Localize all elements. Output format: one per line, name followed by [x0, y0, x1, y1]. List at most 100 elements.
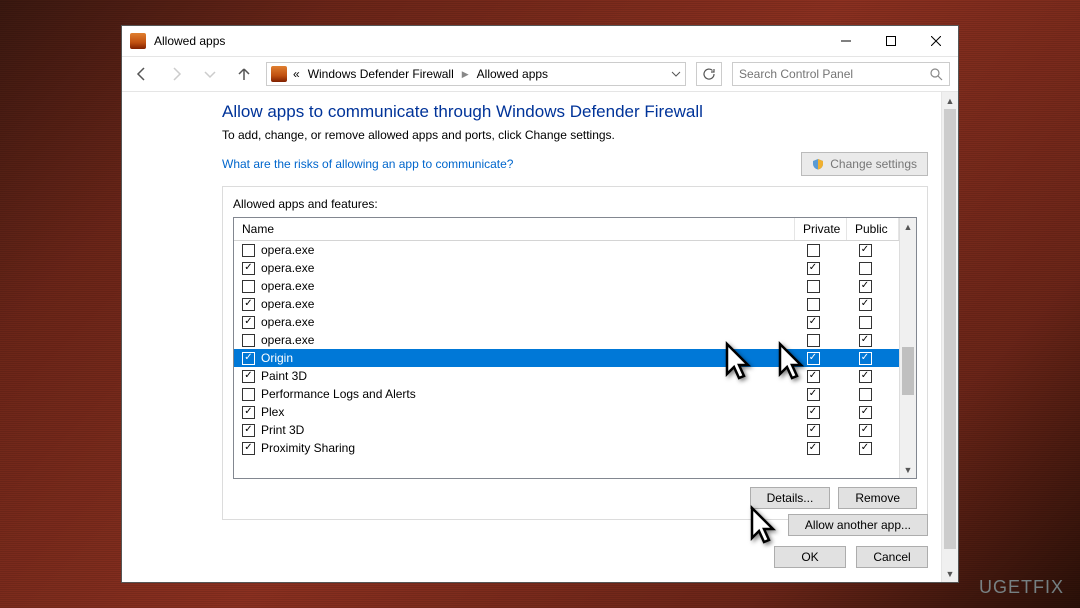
search-box[interactable] [732, 62, 950, 86]
refresh-button[interactable] [696, 62, 722, 86]
checkbox[interactable]: ✓ [859, 442, 872, 455]
breadcrumb-item[interactable]: Allowed apps [477, 67, 548, 81]
checkbox[interactable] [807, 244, 820, 257]
apps-list: Name Private Public opera.exe✓✓opera.exe… [233, 217, 917, 479]
checkbox[interactable]: ✓ [859, 352, 872, 365]
address-bar[interactable]: « Windows Defender Firewall ▶ Allowed ap… [266, 62, 686, 86]
checkbox[interactable]: ✓ [242, 298, 255, 311]
search-input[interactable] [739, 67, 909, 81]
window: Allowed apps « Windows Defender Firewall… [121, 25, 959, 583]
checkbox[interactable] [859, 316, 872, 329]
content-area: Allow apps to communicate through Window… [122, 92, 958, 582]
breadcrumb: « Windows Defender Firewall ▶ Allowed ap… [293, 67, 548, 81]
checkbox[interactable] [242, 388, 255, 401]
checkbox[interactable]: ✓ [807, 388, 820, 401]
checkbox[interactable] [242, 244, 255, 257]
maximize-button[interactable] [868, 26, 913, 56]
checkbox[interactable]: ✓ [859, 334, 872, 347]
scroll-up-icon[interactable]: ▲ [900, 218, 916, 235]
checkbox[interactable]: ✓ [242, 262, 255, 275]
app-name: opera.exe [255, 315, 787, 329]
cancel-button[interactable]: Cancel [856, 546, 928, 568]
checkbox[interactable]: ✓ [859, 406, 872, 419]
app-name: Paint 3D [255, 369, 787, 383]
checkbox[interactable]: ✓ [807, 352, 820, 365]
list-item[interactable]: ✓opera.exe✓ [234, 259, 899, 277]
risk-link[interactable]: What are the risks of allowing an app to… [222, 157, 513, 171]
minimize-button[interactable] [823, 26, 868, 56]
scrollbar-thumb[interactable] [944, 109, 956, 549]
breadcrumb-item[interactable]: Windows Defender Firewall [308, 67, 454, 81]
app-name: opera.exe [255, 279, 787, 293]
firewall-icon [271, 66, 287, 82]
app-name: Performance Logs and Alerts [255, 387, 787, 401]
checkbox[interactable] [859, 388, 872, 401]
checkbox[interactable]: ✓ [807, 442, 820, 455]
checkbox[interactable]: ✓ [807, 424, 820, 437]
checkbox[interactable]: ✓ [807, 262, 820, 275]
checkbox[interactable]: ✓ [242, 316, 255, 329]
page-subtitle: To add, change, or remove allowed apps a… [222, 128, 928, 142]
back-button[interactable] [130, 62, 154, 86]
scroll-up-icon[interactable]: ▲ [942, 92, 958, 109]
address-bar-dropdown[interactable] [671, 69, 681, 79]
col-name[interactable]: Name [234, 218, 795, 240]
list-item[interactable]: ✓Print 3D✓✓ [234, 421, 899, 439]
list-item[interactable]: opera.exe✓ [234, 331, 899, 349]
close-button[interactable] [913, 26, 958, 56]
breadcrumb-prefix: « [293, 67, 300, 81]
ok-button[interactable]: OK [774, 546, 846, 568]
checkbox[interactable]: ✓ [242, 370, 255, 383]
list-item[interactable]: opera.exe✓ [234, 241, 899, 259]
checkbox[interactable]: ✓ [242, 406, 255, 419]
checkbox[interactable]: ✓ [242, 352, 255, 365]
search-icon [929, 67, 943, 81]
scroll-down-icon[interactable]: ▼ [900, 461, 916, 478]
checkbox[interactable] [242, 334, 255, 347]
checkbox[interactable] [807, 334, 820, 347]
scrollbar-thumb[interactable] [902, 347, 914, 395]
checkbox[interactable]: ✓ [859, 370, 872, 383]
chevron-right-icon[interactable]: ▶ [462, 69, 469, 80]
list-item[interactable]: ✓opera.exe✓ [234, 313, 899, 331]
checkbox[interactable]: ✓ [807, 316, 820, 329]
change-settings-button[interactable]: Change settings [801, 152, 928, 176]
group-label: Allowed apps and features: [229, 197, 382, 211]
forward-button[interactable] [164, 62, 188, 86]
app-name: opera.exe [255, 261, 787, 275]
shield-icon [812, 158, 824, 170]
allow-another-app-button[interactable]: Allow another app... [788, 514, 928, 536]
list-item[interactable]: ✓Paint 3D✓✓ [234, 367, 899, 385]
details-button[interactable]: Details... [750, 487, 831, 509]
page-scrollbar[interactable]: ▲ ▼ [941, 92, 958, 582]
checkbox[interactable] [807, 298, 820, 311]
list-item[interactable]: ✓Origin✓✓ [234, 349, 899, 367]
list-item[interactable]: ✓opera.exe✓ [234, 295, 899, 313]
remove-button[interactable]: Remove [838, 487, 917, 509]
app-name: Origin [255, 351, 787, 365]
checkbox[interactable]: ✓ [859, 424, 872, 437]
checkbox[interactable]: ✓ [859, 298, 872, 311]
checkbox[interactable] [242, 280, 255, 293]
app-name: Proximity Sharing [255, 441, 787, 455]
col-private[interactable]: Private [795, 218, 847, 240]
titlebar: Allowed apps [122, 26, 958, 56]
checkbox[interactable]: ✓ [859, 244, 872, 257]
checkbox[interactable] [859, 262, 872, 275]
checkbox[interactable] [807, 280, 820, 293]
checkbox[interactable]: ✓ [807, 370, 820, 383]
list-item[interactable]: ✓Plex✓✓ [234, 403, 899, 421]
checkbox[interactable]: ✓ [242, 424, 255, 437]
list-scrollbar[interactable]: ▲ ▼ [899, 218, 916, 478]
list-item[interactable]: Performance Logs and Alerts ✓ [234, 385, 899, 403]
app-name: opera.exe [255, 297, 787, 311]
list-item[interactable]: ✓Proximity Sharing✓✓ [234, 439, 899, 457]
checkbox[interactable]: ✓ [807, 406, 820, 419]
recent-dropdown[interactable] [198, 62, 222, 86]
col-public[interactable]: Public [847, 218, 899, 240]
checkbox[interactable]: ✓ [859, 280, 872, 293]
up-button[interactable] [232, 62, 256, 86]
scroll-down-icon[interactable]: ▼ [942, 565, 958, 582]
list-item[interactable]: opera.exe ✓ [234, 277, 899, 295]
checkbox[interactable]: ✓ [242, 442, 255, 455]
